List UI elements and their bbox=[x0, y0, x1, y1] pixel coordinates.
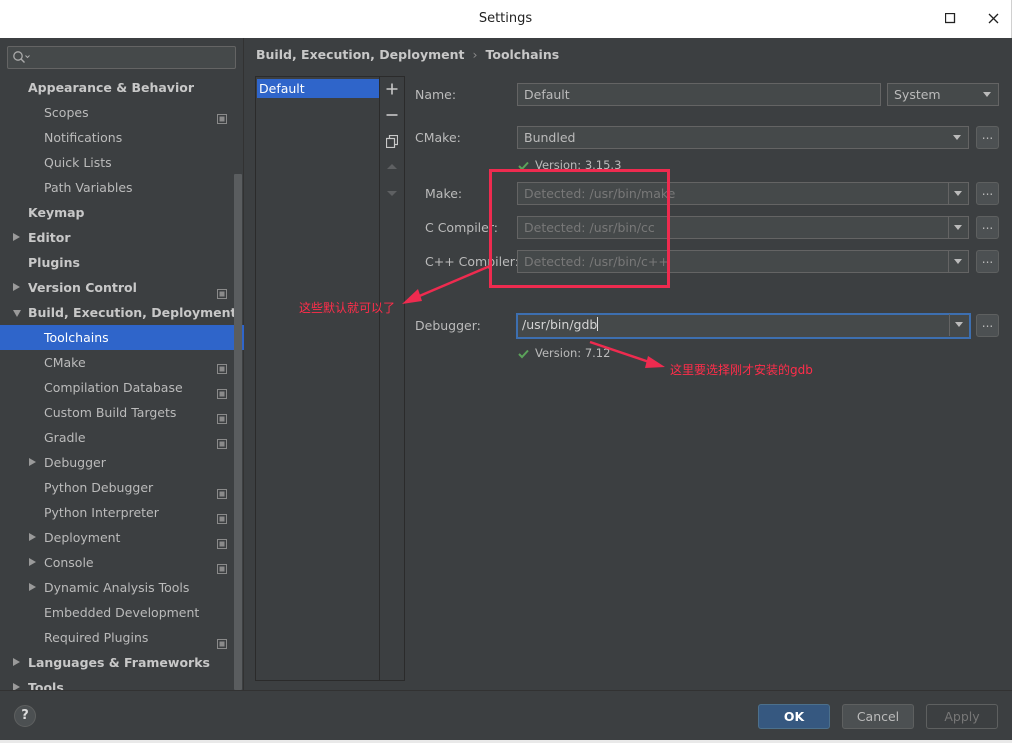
help-button[interactable]: ? bbox=[14, 705, 36, 727]
annotation-gdb-text: 这里要选择刚才安装的gdb bbox=[670, 363, 813, 377]
dialog-footer: ? OK Cancel Apply bbox=[0, 690, 1012, 740]
annotation-arrow-gdb bbox=[589, 340, 656, 366]
annotation-arrowhead-defaults bbox=[402, 289, 422, 304]
apply-button[interactable]: Apply bbox=[926, 704, 998, 729]
annotation-arrow-defaults bbox=[409, 264, 491, 302]
cancel-button[interactable]: Cancel bbox=[842, 704, 914, 729]
annotation-arrowhead-gdb bbox=[645, 356, 665, 368]
annotation-arrows bbox=[402, 264, 665, 368]
ok-button[interactable]: OK bbox=[758, 704, 830, 729]
annotation-defaults-text: 这些默认就可以了 bbox=[299, 301, 396, 315]
